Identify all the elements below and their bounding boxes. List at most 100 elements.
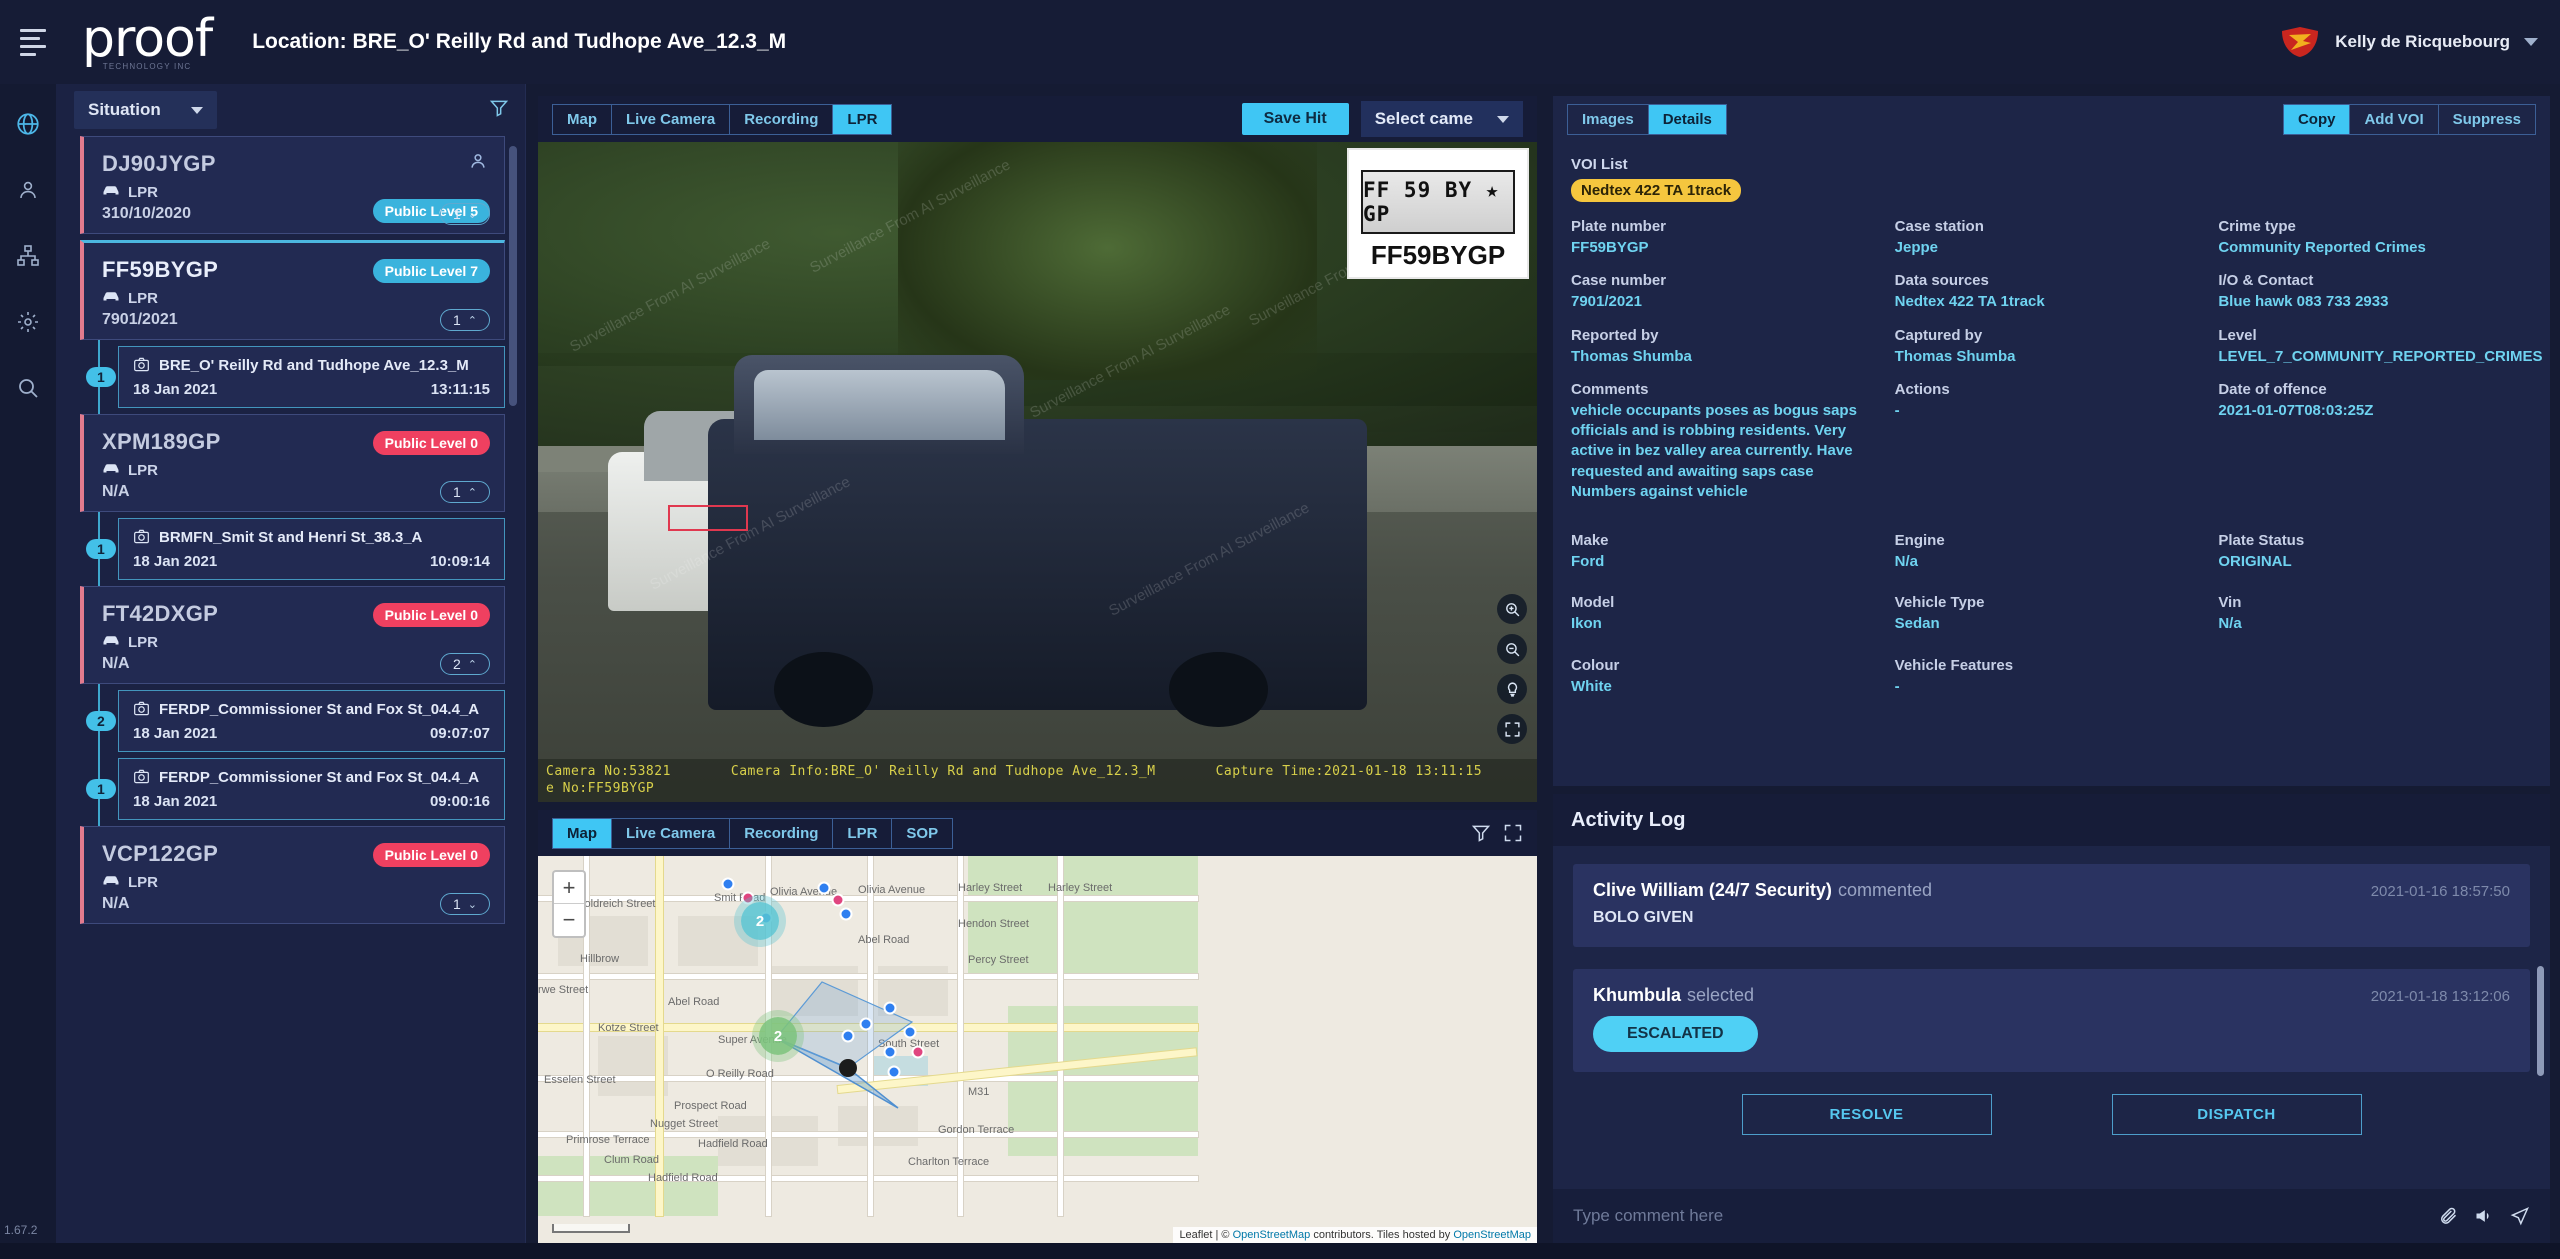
map-zoom-in-button[interactable]: +	[554, 872, 584, 904]
zoom-out-icon[interactable]	[1497, 634, 1527, 664]
voi-hit-row[interactable]: 1 FERDP_Commissioner St and Fox St_04.4_A…	[80, 752, 505, 826]
voi-card[interactable]: VCP122GP LPR N/A Public Level 0 1 ⌄	[80, 826, 505, 924]
osm-host-link[interactable]: OpenStreetMap	[1453, 1229, 1531, 1241]
vehicle-field: Make Ford	[1571, 532, 1885, 572]
hit-card[interactable]: BRE_O' Reilly Rd and Tudhope Ave_12.3_M 1…	[118, 346, 505, 408]
rail-item-people[interactable]	[12, 174, 44, 206]
details-action-group[interactable]: Copy Add VOI Suppress	[2282, 103, 2536, 135]
situation-sidebar: Situation DJ90JYGP LPR 310/10/2020 Public L…	[56, 84, 526, 1243]
plate-crop-text: FF 59 BY ★ GP	[1363, 178, 1500, 226]
video-tab-group[interactable]: Map Live Camera Recording LPR	[552, 103, 893, 135]
map-tab-recording[interactable]: Recording	[730, 818, 834, 848]
voi-hit-count[interactable]: 1 ⌄	[439, 203, 490, 225]
rail-item-settings[interactable]	[12, 306, 44, 338]
map-tab-group[interactable]: Map Live Camera Recording LPR SOP	[552, 817, 954, 849]
vehicle-field: Engine N/a	[1895, 532, 2209, 572]
situation-select[interactable]: Situation	[74, 91, 217, 129]
send-icon[interactable]	[2510, 1206, 2530, 1226]
plate-read-text: FF59BYGP	[1370, 240, 1506, 270]
details-action-add-voi[interactable]: Add VOI	[2350, 104, 2439, 134]
camera-icon	[133, 529, 150, 549]
details-tab-images[interactable]: Images	[1568, 104, 1649, 134]
app-root: proof TECHNOLOGY INC Location: BRE_O' Re…	[0, 0, 2560, 1259]
voi-hit-row[interactable]: 1 BRMFN_Smit St and Henri St_38.3_A 18 Jan…	[80, 512, 505, 586]
bottom-strip	[0, 1243, 2560, 1259]
rail-item-map[interactable]	[12, 108, 44, 140]
details-column: Case station Jeppe Data sources Nedtex 422 …	[1895, 218, 2209, 502]
map-zoom-control[interactable]: + −	[552, 870, 586, 938]
dispatch-button[interactable]: DISPATCH	[2111, 1094, 2362, 1135]
camera-location-marker[interactable]	[839, 1059, 857, 1077]
map-tab-sop[interactable]: SOP	[892, 819, 952, 848]
tab-live-camera[interactable]: Live Camera	[612, 104, 731, 134]
voi-hit-count[interactable]: 2 ⌃	[439, 653, 490, 675]
voi-hit-count[interactable]: 1 ⌃	[439, 481, 490, 503]
hamburger-icon[interactable]	[14, 25, 54, 59]
select-camera-dropdown[interactable]: Select came	[1360, 101, 1523, 137]
zoom-in-icon[interactable]	[1497, 594, 1527, 624]
filter-icon[interactable]	[1471, 823, 1491, 843]
activity-log-body[interactable]: Clive William (24/7 Security) commented 20…	[1553, 846, 2550, 1189]
status-badge: Public Level 0	[372, 843, 490, 867]
field-value: Ikon	[1571, 615, 1602, 633]
vehicle-field: Vin N/a	[2218, 594, 2532, 634]
map-viewport[interactable]: Goldreich Street Hillbrow rwe Street Essele…	[538, 856, 1537, 1243]
details-tab-group[interactable]: Images Details	[1567, 103, 1727, 135]
voi-card[interactable]: FF59BYGP LPR 7901/2021 Public Level 7 1 ⌃	[80, 240, 505, 340]
map-zoom-out-button[interactable]: −	[554, 904, 584, 936]
hit-card[interactable]: FERDP_Commissioner St and Fox St_04.4_A 1…	[118, 690, 505, 752]
tab-map[interactable]: Map	[553, 104, 612, 134]
voi-hit-count[interactable]: 1 ⌄	[439, 893, 490, 915]
tab-recording[interactable]: Recording	[730, 104, 834, 134]
hit-time: 10:09:14	[429, 553, 490, 570]
rail-item-assets[interactable]	[12, 240, 44, 272]
chevron-down-icon[interactable]	[2524, 38, 2538, 46]
sidebar-scrollbar[interactable]	[509, 146, 517, 406]
voi-card[interactable]: XPM189GP LPR N/A Public Level 0 1 ⌃	[80, 414, 505, 512]
voi-card[interactable]: FT42DXGP LPR N/A Public Level 0 2 ⌃	[80, 586, 505, 684]
tab-lpr[interactable]: LPR	[833, 104, 892, 134]
activity-actor-line: Khumbula selected	[1593, 985, 1754, 1006]
voi-type: LPR	[102, 873, 488, 891]
fullscreen-icon[interactable]	[1503, 823, 1523, 843]
filter-icon[interactable]	[489, 98, 509, 123]
map-tab-live-camera[interactable]: Live Camera	[612, 818, 731, 848]
voi-hit-count[interactable]: 1 ⌃	[439, 309, 490, 331]
map-panel: Map Live Camera Recording LPR SOP Goldre…	[538, 810, 1537, 1243]
broadcast-icon[interactable]	[2474, 1206, 2494, 1226]
voi-hit-row[interactable]: 2 FERDP_Commissioner St and Fox St_04.4_A…	[80, 684, 505, 758]
comment-input[interactable]	[1573, 1206, 2422, 1226]
attachment-icon[interactable]	[2438, 1206, 2458, 1226]
field-label: Data sources	[1894, 272, 1989, 290]
resolve-button[interactable]: RESOLVE	[1741, 1094, 1992, 1135]
hit-card[interactable]: FERDP_Commissioner St and Fox St_04.4_A 1…	[118, 758, 505, 820]
spotlight-icon[interactable]	[1497, 674, 1527, 704]
map-tab-map[interactable]: Map	[553, 818, 612, 848]
hit-card[interactable]: BRMFN_Smit St and Henri St_38.3_A 18 Jan …	[118, 518, 505, 580]
fullscreen-icon[interactable]	[1497, 714, 1527, 744]
map-cluster-marker[interactable]: 2	[759, 1017, 797, 1055]
map-tab-lpr[interactable]: LPR	[833, 818, 893, 848]
voi-hit-row[interactable]: 1 BRE_O' Reilly Rd and Tudhope Ave_12.3_M…	[80, 340, 505, 414]
hit-meta: 18 Jan 2021 09:07:07	[133, 725, 490, 742]
details-action-copy[interactable]: Copy	[2283, 104, 2351, 134]
map-cluster-marker[interactable]: 2	[741, 902, 779, 940]
activity-log-scrollbar[interactable]	[2537, 966, 2544, 1076]
voi-list-label: VOI List	[1571, 156, 1628, 173]
osm-link[interactable]: OpenStreetMap	[1233, 1229, 1311, 1241]
car-icon	[102, 873, 120, 891]
rail-item-search[interactable]	[12, 372, 44, 404]
field-value: N/a	[1894, 553, 1918, 570]
voi-card[interactable]: DJ90JYGP LPR 310/10/2020 Public Level 5 1 ⌄	[80, 136, 505, 234]
details-action-suppress[interactable]: Suppress	[2439, 105, 2535, 134]
user-menu[interactable]: Kelly de Ricquebourg	[2279, 26, 2538, 58]
page-title: Location: BRE_O' Reilly Rd and Tudhope A…	[252, 30, 787, 53]
activity-log-panel: Activity Log Clive William (24/7 Securit…	[1553, 794, 2550, 1243]
details-tab-details[interactable]: Details	[1648, 104, 1726, 134]
details-field: Comments vehicle occupants poses as bogus…	[1571, 381, 1885, 502]
camera-viewport[interactable]: Surveillance From AI Surveillance Survei…	[538, 142, 1537, 802]
chevron-down-icon	[1497, 115, 1509, 123]
details-field: I/O & Contact Blue hawk 083 733 2933	[2218, 272, 2532, 312]
save-hit-button[interactable]: Save Hit	[1241, 103, 1349, 135]
situation-list[interactable]: DJ90JYGP LPR 310/10/2020 Public Level 5 1 ⌄ FF…	[56, 136, 525, 1243]
